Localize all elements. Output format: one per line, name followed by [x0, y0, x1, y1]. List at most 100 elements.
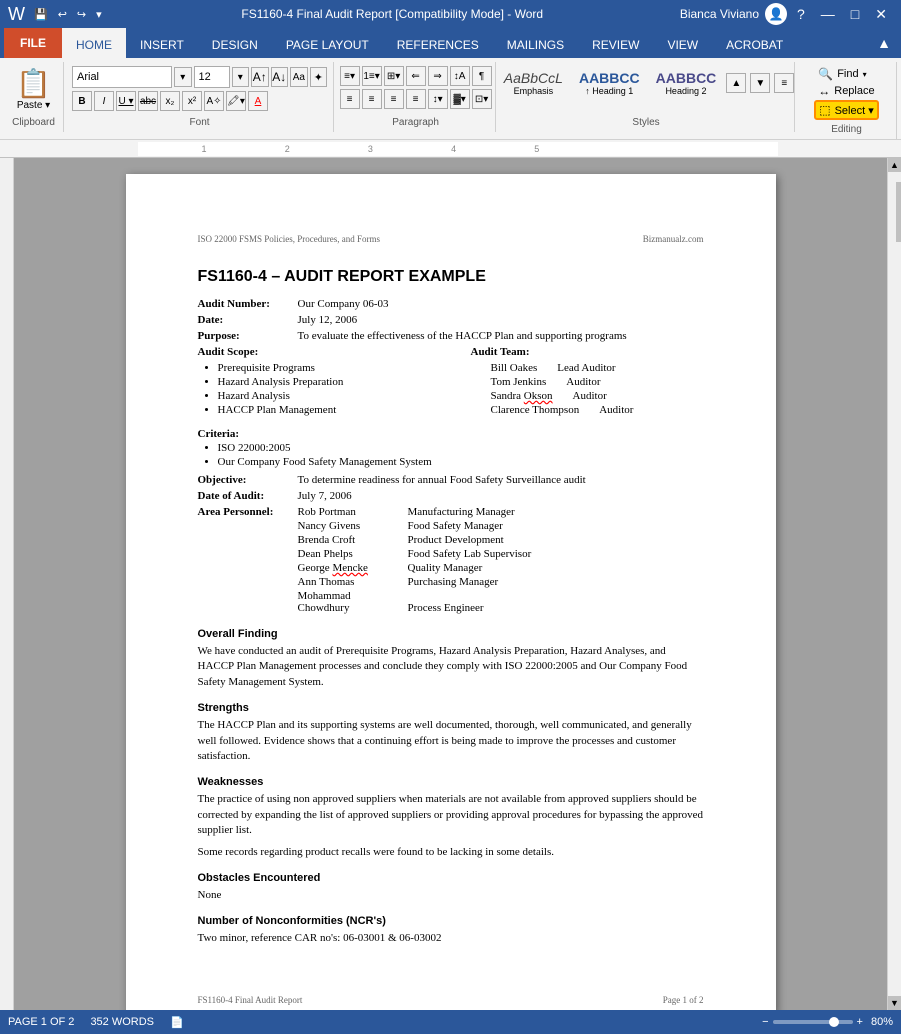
ruler: 1 2 3 4 5 — [0, 140, 901, 158]
scroll-thumb[interactable] — [896, 182, 901, 242]
footer-left: FS1160-4 Final Audit Report — [198, 995, 303, 1005]
tab-design[interactable]: DESIGN — [198, 28, 272, 58]
numbering-btn[interactable]: 1≡▾ — [362, 66, 382, 86]
redo-btn[interactable]: ↪ — [74, 6, 89, 23]
list-item: ISO 22000:2005 — [218, 442, 704, 454]
justify-btn[interactable]: ≡ — [406, 89, 426, 109]
replace-button[interactable]: ↔ Replace — [814, 83, 879, 99]
highlight-btn[interactable]: 🖍▾ — [226, 91, 246, 111]
objective-field: Objective: To determine readiness for an… — [198, 474, 704, 486]
date-audit-label: Date of Audit: — [198, 490, 298, 502]
clear-format-btn[interactable]: ✦ — [310, 67, 328, 87]
style-heading1[interactable]: AABBCC ↑ Heading 1 — [573, 68, 646, 98]
tab-review[interactable]: REVIEW — [578, 28, 653, 58]
zoom-thumb[interactable] — [829, 1017, 839, 1027]
grow-font-btn[interactable]: A↑ — [251, 67, 269, 87]
page-header: ISO 22000 FSMS Policies, Procedures, and… — [198, 234, 704, 244]
personnel-row: Nancy Givens Food Safety Manager — [298, 520, 532, 532]
select-button[interactable]: ⬚ Select ▾ — [814, 100, 879, 120]
decrease-indent-btn[interactable]: ⇐ — [406, 66, 426, 86]
tab-insert[interactable]: INSERT — [126, 28, 198, 58]
zoom-minus[interactable]: − — [762, 1016, 768, 1028]
italic-button[interactable]: I — [94, 91, 114, 111]
save-btn[interactable]: 💾 — [31, 6, 51, 23]
window-controls: Bianca Viviano 👤 ? — □ ✕ — [680, 3, 893, 25]
subscript-btn[interactable]: x₂ — [160, 91, 180, 111]
header-left: ISO 22000 FSMS Policies, Procedures, and… — [198, 234, 381, 244]
personnel-row: Brenda Croft Product Development — [298, 534, 532, 546]
help-button[interactable]: ? — [791, 4, 811, 24]
collapse-ribbon-btn[interactable]: ▲ — [871, 33, 897, 53]
borders-btn[interactable]: ⊡▾ — [472, 89, 492, 109]
title-bar-left: W 💾 ↩ ↪ ▾ — [8, 4, 105, 25]
title-bar: W 💾 ↩ ↪ ▾ FS1160-4 Final Audit Report [C… — [0, 0, 901, 28]
tab-home[interactable]: HOME — [62, 28, 126, 58]
styles-label: Styles — [632, 113, 659, 128]
page-area[interactable]: ISO 22000 FSMS Policies, Procedures, and… — [14, 158, 887, 1010]
close-button[interactable]: ✕ — [869, 4, 893, 25]
tab-references[interactable]: REFERENCES — [383, 28, 493, 58]
style-heading2[interactable]: AABBCC Heading 2 — [650, 68, 723, 98]
increase-indent-btn[interactable]: ⇒ — [428, 66, 448, 86]
scrollbar-vertical[interactable]: ▲ ▼ — [887, 158, 901, 1010]
underline-button[interactable]: U ▾ — [116, 91, 136, 111]
align-right-btn[interactable]: ≡ — [384, 89, 404, 109]
styles-scroll-down[interactable]: ▼ — [750, 73, 770, 93]
customize-btn[interactable]: ▾ — [93, 6, 105, 23]
find-button[interactable]: 🔍 Find ▾ — [814, 66, 879, 82]
footer-right: Page 1 of 2 — [663, 995, 704, 1005]
minimize-button[interactable]: — — [815, 4, 841, 24]
word-icon: W — [8, 4, 25, 25]
strikethrough-btn[interactable]: abc — [138, 91, 158, 111]
tab-view[interactable]: VIEW — [653, 28, 712, 58]
tab-mailings[interactable]: MAILINGS — [493, 28, 578, 58]
zoom-slider[interactable] — [773, 1020, 853, 1024]
styles-group: AaBbCcL Emphasis AABBCC ↑ Heading 1 AABB… — [498, 62, 795, 132]
window-title: FS1160-4 Final Audit Report [Compatibili… — [105, 7, 680, 21]
audit-scope-col: Audit Scope: Prerequisite Programs Hazar… — [198, 346, 431, 420]
tab-file[interactable]: FILE — [4, 28, 62, 58]
font-color-btn[interactable]: A — [248, 91, 268, 111]
text-effect-btn[interactable]: A✧ — [204, 91, 224, 111]
font-name-dropdown[interactable]: ▾ — [174, 67, 192, 87]
paste-button[interactable]: 📋 Paste ▾ — [10, 65, 57, 113]
editing-label: Editing — [831, 120, 862, 135]
superscript-btn[interactable]: x² — [182, 91, 202, 111]
weaknesses-text2: Some records regarding product recalls w… — [198, 845, 704, 860]
sort-btn[interactable]: ↕A — [450, 66, 470, 86]
undo-btn[interactable]: ↩ — [55, 6, 70, 23]
ribbon-content: 📋 Paste ▾ Clipboard ▾ ▾ A↑ A↓ Aa ✦ — [0, 58, 901, 139]
audit-scope-label: Audit Scope: — [198, 346, 431, 358]
scroll-down-btn[interactable]: ▼ — [888, 996, 901, 1010]
header-right: Bizmanualz.com — [643, 234, 704, 244]
align-left-btn[interactable]: ≡ — [340, 89, 360, 109]
personnel-row: Dean Phelps Food Safety Lab Supervisor — [298, 548, 532, 560]
multilevel-btn[interactable]: ⊞▾ — [384, 66, 404, 86]
styles-scroll-up[interactable]: ▲ — [726, 73, 746, 93]
align-center-btn[interactable]: ≡ — [362, 89, 382, 109]
nonconformities-text: Two minor, reference CAR no's: 06-03001 … — [198, 931, 704, 946]
style-emphasis[interactable]: AaBbCcL Emphasis — [498, 68, 569, 98]
show-hide-btn[interactable]: ¶ — [472, 66, 492, 86]
change-case-btn[interactable]: Aa — [290, 67, 308, 87]
line-spacing-btn[interactable]: ↕▾ — [428, 89, 448, 109]
tab-acrobat[interactable]: ACROBAT — [712, 28, 797, 58]
paragraph-label: Paragraph — [392, 113, 439, 128]
weaknesses-text1: The practice of using non approved suppl… — [198, 792, 704, 838]
tab-page-layout[interactable]: PAGE LAYOUT — [272, 28, 383, 58]
shading-btn[interactable]: ▓▾ — [450, 89, 470, 109]
maximize-button[interactable]: □ — [845, 4, 865, 24]
font-size-dropdown[interactable]: ▾ — [232, 67, 250, 87]
shrink-font-btn[interactable]: A↓ — [271, 67, 289, 87]
document-page[interactable]: ISO 22000 FSMS Policies, Procedures, and… — [126, 174, 776, 1010]
bold-button[interactable]: B — [72, 91, 92, 111]
status-right: − + 80% — [762, 1016, 893, 1028]
zoom-plus[interactable]: + — [857, 1016, 863, 1028]
styles-more[interactable]: ≡ — [774, 73, 794, 93]
weaknesses-section: Weaknesses The practice of using non app… — [198, 776, 704, 860]
replace-icon: ↔ — [818, 84, 830, 98]
bullets-btn[interactable]: ≡▾ — [340, 66, 360, 86]
font-name-input[interactable] — [72, 66, 172, 88]
scroll-up-btn[interactable]: ▲ — [888, 158, 901, 172]
font-size-input[interactable] — [194, 66, 230, 88]
